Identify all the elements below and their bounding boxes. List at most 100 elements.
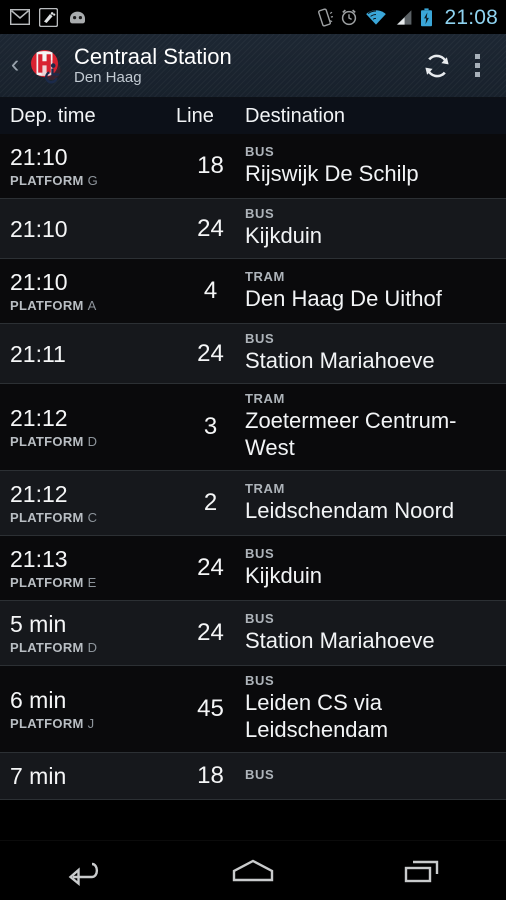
transport-mode-label: TRAM [245, 268, 285, 284]
departure-time: 5 min [10, 611, 67, 637]
refresh-button[interactable] [414, 34, 460, 98]
platform-code: C [87, 510, 98, 525]
row-time-cell: 21:10 PLATFORM G [0, 134, 176, 198]
table-row[interactable]: 5 min PLATFORM D 24 BUS Station Mariahoeve [0, 601, 506, 666]
row-line-cell: 24 [197, 619, 224, 646]
destination-name: Station Mariahoeve [245, 627, 435, 653]
destination-name: Station Mariahoeve [245, 348, 435, 373]
nav-recents-button[interactable] [377, 841, 467, 900]
nav-home-button[interactable] [208, 841, 298, 900]
row-destination-cell: TRAM Leidschendam Noord [245, 471, 506, 535]
platform-prefix: PLATFORM [10, 716, 84, 731]
departure-time: 6 min [10, 687, 67, 713]
platform-code: E [87, 575, 97, 590]
row-line-cell: 18 [197, 762, 224, 789]
row-time-cell: 21:11 [0, 324, 176, 383]
row-destination-cell: BUS Station Mariahoeve [245, 324, 506, 383]
row-destination-cell: BUS Kijkduin [245, 199, 506, 258]
transport-mode-label: BUS [245, 206, 275, 221]
gmail-icon [10, 9, 30, 25]
departure-time: 21:13 [10, 546, 68, 572]
platform-code: G [87, 173, 98, 188]
destination-name: Rijswijk De Schilp [245, 160, 419, 186]
row-time-cell: 21:10 PLATFORM A [0, 259, 176, 323]
row-time-cell: 21:13 PLATFORM E [0, 536, 176, 600]
column-header-line: Line [176, 105, 214, 127]
departure-time: 21:10 [10, 269, 68, 295]
departure-time: 21:10 [10, 144, 68, 170]
row-line-cell: 24 [197, 554, 224, 581]
destination-name: Leidschendam Noord [245, 497, 455, 523]
table-row[interactable]: 21:10 PLATFORM G 18 BUS Rijswijk De Schilp [0, 134, 506, 199]
row-time-cell: 5 min PLATFORM D [0, 601, 176, 665]
platform-code: D [87, 640, 98, 655]
back-icon [68, 862, 99, 886]
row-time-cell: 21:12 PLATFORM D [0, 384, 176, 470]
status-bar-system-icons: 21:08 [316, 7, 498, 28]
transport-mode-label: BUS [245, 767, 275, 782]
table-row[interactable]: 21:13 PLATFORM E 24 BUS Kijkduin [0, 536, 506, 601]
recents-icon [404, 860, 438, 882]
row-line-cell: 45 [197, 695, 224, 722]
table-row[interactable]: 7 min 18 BUS [0, 753, 506, 800]
home-icon [232, 859, 274, 881]
nav-back-button[interactable] [39, 841, 129, 900]
transport-mode-label: BUS [245, 610, 275, 626]
platform-prefix: PLATFORM [10, 298, 84, 313]
row-line-cell: 3 [203, 413, 218, 440]
up-navigation-button[interactable]: ‹ [4, 52, 26, 77]
transport-mode-label: BUS [245, 143, 275, 159]
row-line-cell: 24 [197, 339, 224, 367]
row-destination-cell: BUS Leiden CS via Leidschendam [245, 666, 506, 752]
action-bar-titles: Centraal Station Den Haag [74, 44, 414, 87]
tool-icon [39, 7, 58, 27]
overflow-dot-2 [474, 63, 480, 68]
destination-name: Zoetermeer Centrum-West [245, 408, 457, 460]
table-row[interactable]: 21:12 PLATFORM D 3 TRAM Zoetermeer Centrum-We… [0, 384, 506, 471]
table-row[interactable]: 21:10 PLATFORM A 4 TRAM Den Haag De Uithof [0, 259, 506, 324]
row-line-cell: 4 [203, 277, 218, 304]
platform-code: D [87, 434, 98, 449]
table-header: Dep. time Line Destination [0, 98, 506, 134]
refresh-icon [425, 54, 449, 77]
status-bar-clock: 21:08 [444, 5, 498, 29]
row-destination-cell: BUS Rijswijk De Schilp [245, 134, 506, 198]
table-row[interactable]: 21:10 24 BUS Kijkduin [0, 199, 506, 259]
platform-code: A [87, 298, 97, 313]
overflow-menu-button[interactable] [460, 34, 494, 98]
platform-code: J [87, 716, 95, 731]
platform-prefix: PLATFORM [10, 640, 84, 655]
overflow-dot-3 [474, 72, 480, 77]
platform-prefix: PLATFORM [10, 510, 84, 525]
platform-prefix: PLATFORM [10, 173, 84, 188]
platform-label: PLATFORM A [10, 297, 176, 314]
row-line-cell: 24 [197, 214, 224, 242]
transport-mode-label: BUS [245, 673, 275, 688]
page-subtitle: Den Haag [74, 69, 142, 86]
departure-time: 21:10 [10, 215, 68, 242]
platform-prefix: PLATFORM [10, 575, 84, 590]
transport-mode-label: TRAM [245, 391, 285, 406]
platform-prefix: PLATFORM [10, 434, 84, 449]
row-destination-cell: TRAM Zoetermeer Centrum-West [245, 384, 506, 470]
transport-mode-label: TRAM [245, 480, 285, 496]
platform-label: PLATFORM J [10, 715, 176, 732]
app-root: 21:08 ‹ Centraal Station Den Haag Dep. t… [0, 0, 506, 900]
departure-time: 21:12 [10, 481, 68, 507]
signal-icon [397, 9, 412, 25]
destination-name: Den Haag De Uithof [245, 285, 442, 311]
table-row[interactable]: 6 min PLATFORM J 45 BUS Leiden CS via Leidsch… [0, 666, 506, 753]
table-row[interactable]: 21:12 PLATFORM C 2 TRAM Leidschendam Noord [0, 471, 506, 536]
status-bar-notification-icons [10, 7, 88, 27]
table-row[interactable]: 21:11 24 BUS Station Mariahoeve [0, 324, 506, 384]
htm-accessibility-logo [31, 49, 61, 84]
departure-time: 21:12 [10, 405, 68, 431]
status-bar: 21:08 [0, 0, 506, 34]
platform-label: PLATFORM E [10, 574, 176, 591]
platform-label: PLATFORM D [10, 433, 176, 450]
destination-name: Leiden CS via Leidschendam [245, 690, 389, 742]
platform-label: PLATFORM G [10, 172, 176, 189]
platform-label: PLATFORM D [10, 639, 176, 656]
alarm-icon [342, 9, 357, 26]
departures-list[interactable]: 21:10 PLATFORM G 18 BUS Rijswijk De Schilp 21:… [0, 134, 506, 840]
